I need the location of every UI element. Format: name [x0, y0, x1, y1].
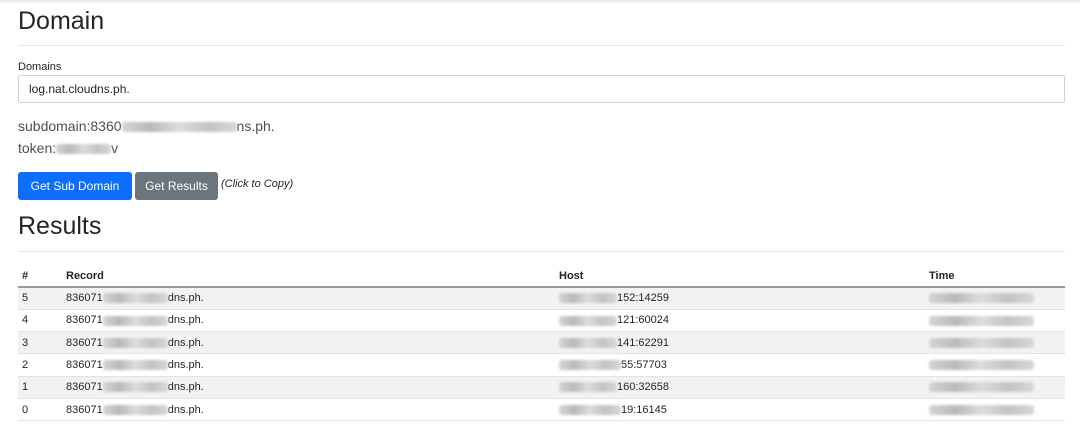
record-suffix: dns.ph.	[167, 359, 204, 372]
host-suffix: 141:62291	[617, 336, 669, 349]
record-prefix: 836071	[66, 336, 103, 349]
domains-label: Domains	[18, 61, 62, 73]
record-prefix: 836071	[66, 292, 103, 305]
host-suffix: 19:16145	[621, 403, 667, 416]
click-to-copy-hint: (Click to Copy)	[221, 178, 294, 190]
redacted-blur	[56, 144, 112, 155]
table-row[interactable]: 3 836071 dns.ph. 141:62291	[18, 331, 1065, 355]
redacted-blur	[102, 315, 168, 326]
host-suffix: 55:57703	[621, 359, 667, 372]
redacted-blur	[102, 360, 168, 371]
get-sub-domain-button[interactable]: Get Sub Domain	[18, 172, 132, 200]
subdomain-info: subdomain:8360 ns.ph.	[18, 118, 275, 134]
redacted-blur	[121, 122, 237, 133]
redacted-blur	[929, 315, 1034, 326]
table-row[interactable]: 1 836071 dns.ph. 160:32658	[18, 376, 1065, 399]
redacted-blur	[559, 360, 621, 371]
column-header-time: Time	[925, 265, 1065, 288]
redacted-blur	[102, 293, 168, 304]
divider	[18, 45, 1065, 46]
row-time[interactable]	[925, 398, 1065, 422]
host-suffix: 160:32658	[617, 381, 669, 394]
token-text-prefix: token:	[18, 140, 57, 156]
row-record[interactable]: 836071 dns.ph.	[62, 376, 555, 399]
record-prefix: 836071	[66, 381, 103, 394]
row-index: 4	[18, 309, 62, 333]
redacted-blur	[559, 382, 617, 393]
token-text-suffix: v	[111, 140, 119, 156]
divider	[18, 251, 1065, 252]
redacted-blur	[102, 337, 168, 348]
results-table: # Record Host Time 5 836071 dns.ph. 152:1…	[18, 265, 1065, 422]
table-row[interactable]: 2 836071 dns.ph. 55:57703	[18, 353, 1065, 377]
get-results-button[interactable]: Get Results	[135, 172, 218, 200]
host-suffix: 152:14259	[617, 292, 669, 305]
record-suffix: dns.ph.	[167, 292, 204, 305]
row-record[interactable]: 836071 dns.ph.	[62, 309, 555, 333]
row-time[interactable]	[925, 331, 1065, 355]
row-record[interactable]: 836071 dns.ph.	[62, 287, 555, 310]
domain-heading: Domain	[18, 7, 105, 35]
redacted-blur	[929, 293, 1034, 304]
host-suffix: 121:60024	[617, 314, 669, 327]
record-prefix: 836071	[66, 359, 103, 372]
row-time[interactable]	[925, 353, 1065, 377]
redacted-blur	[929, 360, 1034, 371]
subdomain-text-prefix: subdomain:8360	[18, 118, 122, 134]
row-host[interactable]: 121:60024	[555, 309, 925, 333]
redacted-blur	[559, 315, 617, 326]
row-host[interactable]: 141:62291	[555, 331, 925, 355]
table-row[interactable]: 5 836071 dns.ph. 152:14259	[18, 287, 1065, 310]
row-record[interactable]: 836071 dns.ph.	[62, 353, 555, 377]
redacted-blur	[559, 404, 621, 415]
record-suffix: dns.ph.	[167, 381, 204, 394]
row-host[interactable]: 160:32658	[555, 376, 925, 399]
top-shadow	[0, 0, 1080, 4]
row-host[interactable]: 55:57703	[555, 353, 925, 377]
record-prefix: 836071	[66, 314, 103, 327]
row-index: 2	[18, 353, 62, 377]
row-record[interactable]: 836071 dns.ph.	[62, 331, 555, 355]
row-time[interactable]	[925, 376, 1065, 399]
redacted-blur	[559, 337, 617, 348]
column-header-host: Host	[555, 265, 925, 288]
redacted-blur	[102, 404, 168, 415]
row-index: 0	[18, 398, 62, 422]
row-index: 5	[18, 287, 62, 310]
row-index: 3	[18, 331, 62, 355]
row-host[interactable]: 152:14259	[555, 287, 925, 310]
table-row[interactable]: 4 836071 dns.ph. 121:60024	[18, 309, 1065, 333]
record-suffix: dns.ph.	[167, 336, 204, 349]
domains-input[interactable]: log.nat.cloudns.ph.	[18, 75, 1065, 103]
redacted-blur	[929, 404, 1034, 415]
redacted-blur	[102, 382, 168, 393]
table-header-row: # Record Host Time	[18, 265, 1065, 288]
token-info: token: v	[18, 140, 118, 156]
record-suffix: dns.ph.	[167, 314, 204, 327]
record-suffix: dns.ph.	[167, 403, 204, 416]
row-time[interactable]	[925, 287, 1065, 310]
redacted-blur	[559, 293, 617, 304]
row-time[interactable]	[925, 309, 1065, 333]
redacted-blur	[929, 337, 1034, 348]
column-header-index: #	[18, 265, 62, 288]
results-heading: Results	[18, 212, 102, 240]
row-record[interactable]: 836071 dns.ph.	[62, 398, 555, 422]
row-host[interactable]: 19:16145	[555, 398, 925, 422]
row-index: 1	[18, 376, 62, 399]
record-prefix: 836071	[66, 403, 103, 416]
table-row[interactable]: 0 836071 dns.ph. 19:16145	[18, 398, 1065, 422]
subdomain-text-suffix: ns.ph.	[236, 118, 275, 134]
redacted-blur	[929, 382, 1034, 393]
column-header-record: Record	[62, 265, 555, 288]
